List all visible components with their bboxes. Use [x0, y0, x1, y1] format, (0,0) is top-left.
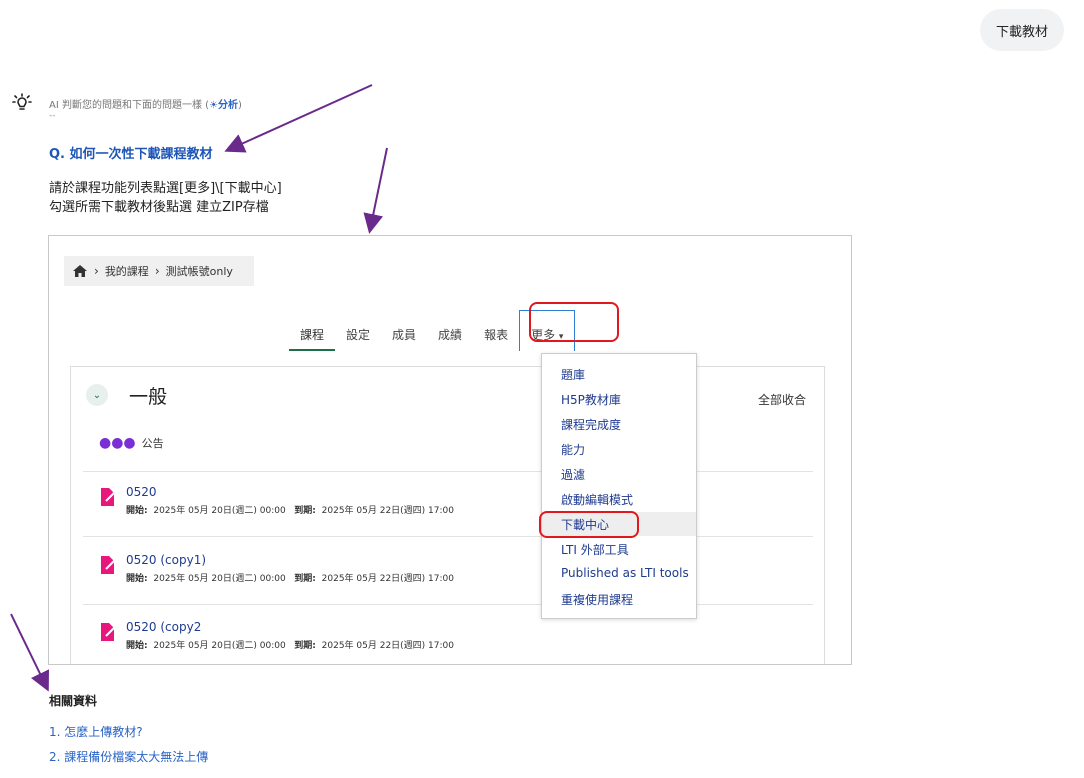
- announcement-label: 公告: [141, 437, 164, 450]
- menu-item-published-lti[interactable]: Published as LTI tools: [561, 566, 689, 580]
- section-panel: ⌄ 一般 全部收合 ●●● 公告 0520 開始: 2025年 05月 20日(…: [70, 366, 825, 664]
- analysis-link[interactable]: 分析: [218, 100, 238, 111]
- menu-item-h5p[interactable]: H5P教材庫: [561, 391, 621, 408]
- activity-dates: 開始: 2025年 05月 20日(週二) 00:00 到期: 2025年 05…: [126, 641, 454, 651]
- assignment-icon: [101, 623, 116, 641]
- tab-reports[interactable]: 報表: [473, 320, 519, 351]
- breadcrumb-course[interactable]: 測試帳號only: [166, 263, 233, 279]
- more-dropdown-menu: 題庫 H5P教材庫 課程完成度 能力 過濾 啟動編輯模式 下載中心 LTI 外部…: [541, 353, 697, 619]
- related-link-1[interactable]: 1. 怎麼上傳教材?: [49, 723, 143, 740]
- collapse-all-link[interactable]: 全部收合: [758, 391, 806, 408]
- breadcrumb: › 我的課程 › 測試帳號only: [64, 256, 254, 286]
- download-center-highlight-box: [539, 511, 639, 538]
- activity-dates: 開始: 2025年 05月 20日(週二) 00:00 到期: 2025年 05…: [126, 506, 454, 516]
- divider: [83, 536, 813, 537]
- tab-settings[interactable]: 設定: [335, 320, 381, 351]
- section-title: 一般: [129, 386, 168, 408]
- menu-item-question-bank[interactable]: 題庫: [561, 366, 585, 383]
- divider: [83, 604, 813, 605]
- assignment-icon: [101, 556, 116, 574]
- activity-title[interactable]: 0520 (copy1): [126, 553, 206, 567]
- related-title: 相關資料: [49, 694, 98, 708]
- answer-line-1: 請於課程功能列表點選[更多]\[下載中心]: [49, 181, 282, 196]
- menu-item-competencies[interactable]: 能力: [561, 441, 585, 458]
- assignment-icon: [101, 488, 116, 506]
- answer-line-2: 勾選所需下載教材後點選 建立ZIP存檔: [49, 200, 269, 215]
- menu-item-edit-mode[interactable]: 啟動編輯模式: [561, 491, 633, 508]
- tab-members[interactable]: 成員: [381, 320, 427, 351]
- question-title[interactable]: Q. 如何一次性下載課程教材: [49, 143, 213, 162]
- divider: [83, 471, 813, 472]
- arrow-to-related: [10, 613, 49, 692]
- arrow-to-screenshot: [363, 147, 388, 234]
- user-message-bubble: 下載教材: [980, 9, 1064, 51]
- lightbulb-icon: [12, 93, 32, 110]
- menu-item-completion[interactable]: 課程完成度: [561, 416, 621, 433]
- chevron-right-icon: ›: [94, 264, 99, 278]
- menu-item-reuse-course[interactable]: 重複使用課程: [561, 591, 633, 608]
- tab-grades[interactable]: 成績: [427, 320, 473, 351]
- embedded-screenshot: › 我的課程 › 測試帳號only 課程 設定 成員 成績 報表 更多 ▾ ⌄ …: [48, 235, 852, 665]
- activity-title[interactable]: 0520: [126, 485, 157, 499]
- arrow-to-question: [224, 84, 373, 153]
- people-icon: ●●●: [99, 435, 136, 451]
- more-tab-highlight-box: [529, 302, 619, 342]
- bulb-small-icon: ☀: [209, 100, 219, 111]
- ai-note: AI 判斷您的問題和下面的問題一樣 (☀分析): [49, 100, 242, 111]
- activity-dates: 開始: 2025年 05月 20日(週二) 00:00 到期: 2025年 05…: [126, 574, 454, 584]
- menu-item-filters[interactable]: 過濾: [561, 466, 585, 483]
- related-link-2[interactable]: 2. 課程備份檔案太大無法上傳: [49, 748, 208, 765]
- ai-note-separator: --: [49, 111, 56, 121]
- activity-title[interactable]: 0520 (copy2: [126, 620, 201, 634]
- tab-course[interactable]: 課程: [289, 320, 336, 351]
- announcement-item[interactable]: ●●● 公告: [99, 435, 164, 451]
- chevron-right-icon: ›: [154, 264, 160, 278]
- home-icon[interactable]: [72, 264, 88, 278]
- breadcrumb-my-courses[interactable]: 我的課程: [105, 263, 149, 279]
- chevron-down-icon[interactable]: ⌄: [86, 384, 108, 406]
- menu-item-lti[interactable]: LTI 外部工具: [561, 541, 629, 558]
